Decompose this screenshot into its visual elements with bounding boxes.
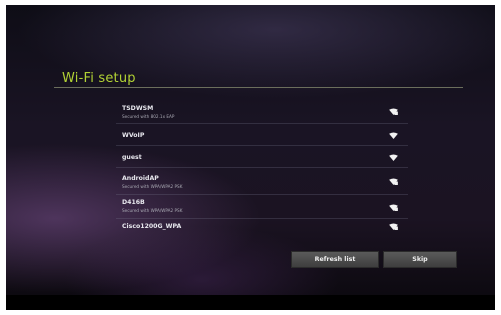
refresh-list-button[interactable]: Refresh list: [291, 251, 379, 268]
network-item-guest[interactable]: guest: [116, 146, 408, 168]
network-name: Cisco1200G_WPA: [122, 223, 182, 230]
wifi-secured-icon: [389, 204, 398, 211]
network-name: TSDWSM: [122, 105, 154, 112]
page-title: Wi-Fi setup: [62, 71, 136, 86]
network-item-wvoip[interactable]: WVoIP: [116, 124, 408, 146]
network-name: WVoIP: [122, 132, 145, 139]
network-security: Secured with WPA/WPA2 PSK: [122, 184, 183, 189]
system-bar: [6, 295, 495, 310]
network-item-tsdwsm[interactable]: TSDWSM Secured with 802.1x EAP: [116, 100, 408, 124]
network-name: guest: [122, 154, 142, 161]
network-security: Secured with 802.1x EAP: [122, 114, 175, 119]
wifi-secured-icon: [389, 108, 398, 115]
network-name: AndroidAP: [122, 175, 159, 182]
network-name: D416B: [122, 199, 145, 206]
network-list[interactable]: TSDWSM Secured with 802.1x EAP WVoIP gue…: [116, 100, 408, 238]
title-divider: [54, 87, 463, 88]
wifi-open-icon: [389, 132, 398, 139]
network-security: Secured with WPA/WPA2 PSK: [122, 208, 183, 213]
tablet-screen: Wi-Fi setup TSDWSM Secured with 802.1x E…: [6, 5, 495, 310]
skip-button[interactable]: Skip: [383, 251, 457, 268]
wifi-secured-icon: [389, 223, 398, 230]
wifi-open-icon: [389, 154, 398, 161]
network-item-cisco1200g[interactable]: Cisco1200G_WPA: [116, 219, 408, 238]
network-item-d416b[interactable]: D416B Secured with WPA/WPA2 PSK: [116, 195, 408, 219]
network-item-androidap[interactable]: AndroidAP Secured with WPA/WPA2 PSK: [116, 168, 408, 195]
wifi-secured-icon: [389, 178, 398, 185]
